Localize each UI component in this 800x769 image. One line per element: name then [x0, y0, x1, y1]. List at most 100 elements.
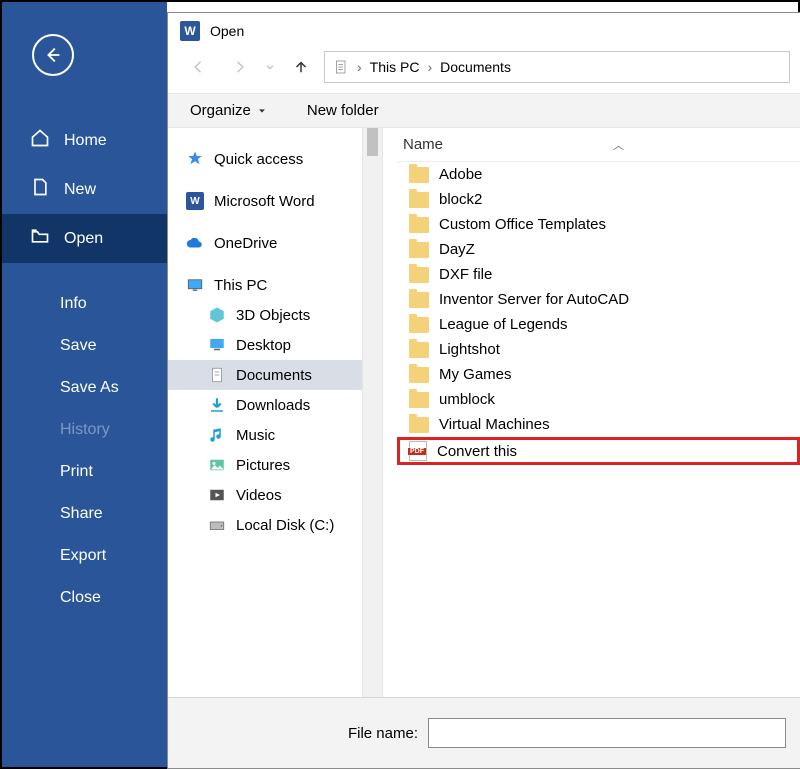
- file-item-label: Adobe: [439, 166, 482, 183]
- folder-icon: [409, 217, 429, 233]
- folder-icon: [409, 167, 429, 183]
- tree-item-desktop[interactable]: Desktop: [168, 330, 362, 360]
- backstage-item-label: Save As: [60, 379, 119, 397]
- tree-item-label: Videos: [236, 487, 282, 504]
- folder-item-my-games[interactable]: My Games: [397, 362, 800, 387]
- folder-icon: [409, 342, 429, 358]
- folder-item-league-of-legends[interactable]: League of Legends: [397, 312, 800, 337]
- folder-item-dxf-file[interactable]: DXF file: [397, 262, 800, 287]
- tree-item-local-disk-c-[interactable]: Local Disk (C:): [168, 510, 362, 540]
- file-item-convert-this[interactable]: Convert this: [397, 437, 800, 465]
- tree-item-label: Pictures: [236, 457, 290, 474]
- filename-input[interactable]: [428, 718, 786, 748]
- tree-item-music[interactable]: Music: [168, 420, 362, 450]
- backstage-item-close[interactable]: Close: [2, 577, 167, 619]
- breadcrumb-sep-icon: ›: [427, 59, 432, 75]
- tree-item-label: Music: [236, 427, 275, 444]
- open-dialog: W Open › This PC › Documents: [167, 12, 800, 769]
- cube-icon: [208, 306, 226, 324]
- tree-item-microsoft-word[interactable]: WMicrosoft Word: [168, 186, 362, 216]
- folder-item-custom-office-templates[interactable]: Custom Office Templates: [397, 212, 800, 237]
- nav-back-button[interactable]: [182, 52, 216, 82]
- recent-locations-button[interactable]: [262, 52, 278, 82]
- file-item-label: Inventor Server for AutoCAD: [439, 291, 629, 308]
- file-item-label: DXF file: [439, 266, 492, 283]
- folder-item-lightshot[interactable]: Lightshot: [397, 337, 800, 362]
- nav-forward-button[interactable]: [222, 52, 256, 82]
- nav-up-button[interactable]: [284, 52, 318, 82]
- file-item-label: League of Legends: [439, 316, 567, 333]
- column-header-name[interactable]: Name ︿: [397, 128, 800, 162]
- folder-item-umblock[interactable]: umblock: [397, 387, 800, 412]
- star-icon: [186, 150, 204, 168]
- file-item-label: Virtual Machines: [439, 416, 550, 433]
- folder-item-inventor-server-for-autocad[interactable]: Inventor Server for AutoCAD: [397, 287, 800, 312]
- address-bar[interactable]: › This PC › Documents: [324, 51, 790, 83]
- backstage-item-save-as[interactable]: Save As: [2, 367, 167, 409]
- filename-bar: File name:: [168, 697, 800, 768]
- pdf-icon: [409, 441, 427, 461]
- folder-icon: [409, 267, 429, 283]
- cloud-icon: [186, 234, 204, 252]
- tree-item-this-pc[interactable]: This PC: [168, 270, 362, 300]
- chevron-down-icon: [265, 62, 275, 72]
- music-icon: [208, 426, 226, 444]
- tree-item-downloads[interactable]: Downloads: [168, 390, 362, 420]
- folder-icon: [409, 242, 429, 258]
- tree-item-documents[interactable]: Documents: [168, 360, 362, 390]
- tree-item-videos[interactable]: Videos: [168, 480, 362, 510]
- folder-item-dayz[interactable]: DayZ: [397, 237, 800, 262]
- backstage-item-label: Close: [60, 589, 101, 607]
- folder-item-adobe[interactable]: Adobe: [397, 162, 800, 187]
- tree-item-label: This PC: [214, 277, 267, 294]
- word-icon: W: [186, 192, 204, 210]
- backstage-item-label: Share: [60, 505, 103, 523]
- backstage-item-label: Open: [64, 230, 103, 248]
- breadcrumb-documents[interactable]: Documents: [440, 59, 511, 75]
- backstage-item-share[interactable]: Share: [2, 493, 167, 535]
- folder-item-virtual-machines[interactable]: Virtual Machines: [397, 412, 800, 437]
- file-list-panel: Name ︿ Adobe block2Custom Office Template…: [383, 128, 800, 697]
- backstage-item-label: History: [60, 421, 110, 439]
- backstage-item-open[interactable]: Open: [2, 214, 167, 263]
- documents-icon: [208, 366, 226, 384]
- tree-item-quick-access[interactable]: Quick access: [168, 144, 362, 174]
- back-button[interactable]: [32, 34, 74, 76]
- folder-item-block2[interactable]: block2: [397, 187, 800, 212]
- tree-item-label: Desktop: [236, 337, 291, 354]
- backstage-item-save[interactable]: Save: [2, 325, 167, 367]
- download-icon: [208, 396, 226, 414]
- nav-bar: › This PC › Documents: [168, 47, 800, 93]
- backstage-item-label: New: [64, 181, 96, 199]
- tree-scrollbar[interactable]: [363, 128, 383, 697]
- pictures-icon: [208, 456, 226, 474]
- backstage-item-history[interactable]: History: [2, 409, 167, 451]
- folder-icon: [409, 392, 429, 408]
- tree-item-3d-objects[interactable]: 3D Objects: [168, 300, 362, 330]
- filename-label: File name:: [168, 725, 418, 742]
- backstage-item-print[interactable]: Print: [2, 451, 167, 493]
- tree-item-label: Quick access: [214, 151, 303, 168]
- tree-item-onedrive[interactable]: OneDrive: [168, 228, 362, 258]
- folder-icon: [409, 192, 429, 208]
- backstage-item-label: Print: [60, 463, 93, 481]
- folder-icon: [409, 417, 429, 433]
- backstage-item-info[interactable]: Info: [2, 283, 167, 325]
- backstage-item-new[interactable]: New: [2, 165, 167, 214]
- nav-tree: Quick access WMicrosoft Word OneDrive This …: [168, 128, 363, 697]
- folder-icon: [409, 317, 429, 333]
- backstage-item-export[interactable]: Export: [2, 535, 167, 577]
- home-icon: [30, 128, 50, 153]
- file-item-label: Convert this: [437, 443, 517, 460]
- folder-icon: [409, 367, 429, 383]
- dialog-title: Open: [210, 23, 244, 39]
- documents-icon: [333, 59, 349, 75]
- backstage-item-home[interactable]: Home: [2, 116, 167, 165]
- backstage-item-label: Save: [60, 337, 96, 355]
- organize-menu[interactable]: Organize: [190, 102, 267, 119]
- new-folder-button[interactable]: New folder: [307, 102, 379, 119]
- breadcrumb-this-pc[interactable]: This PC: [370, 59, 420, 75]
- tree-item-pictures[interactable]: Pictures: [168, 450, 362, 480]
- arrow-left-icon: [42, 44, 64, 66]
- new-icon: [30, 177, 50, 202]
